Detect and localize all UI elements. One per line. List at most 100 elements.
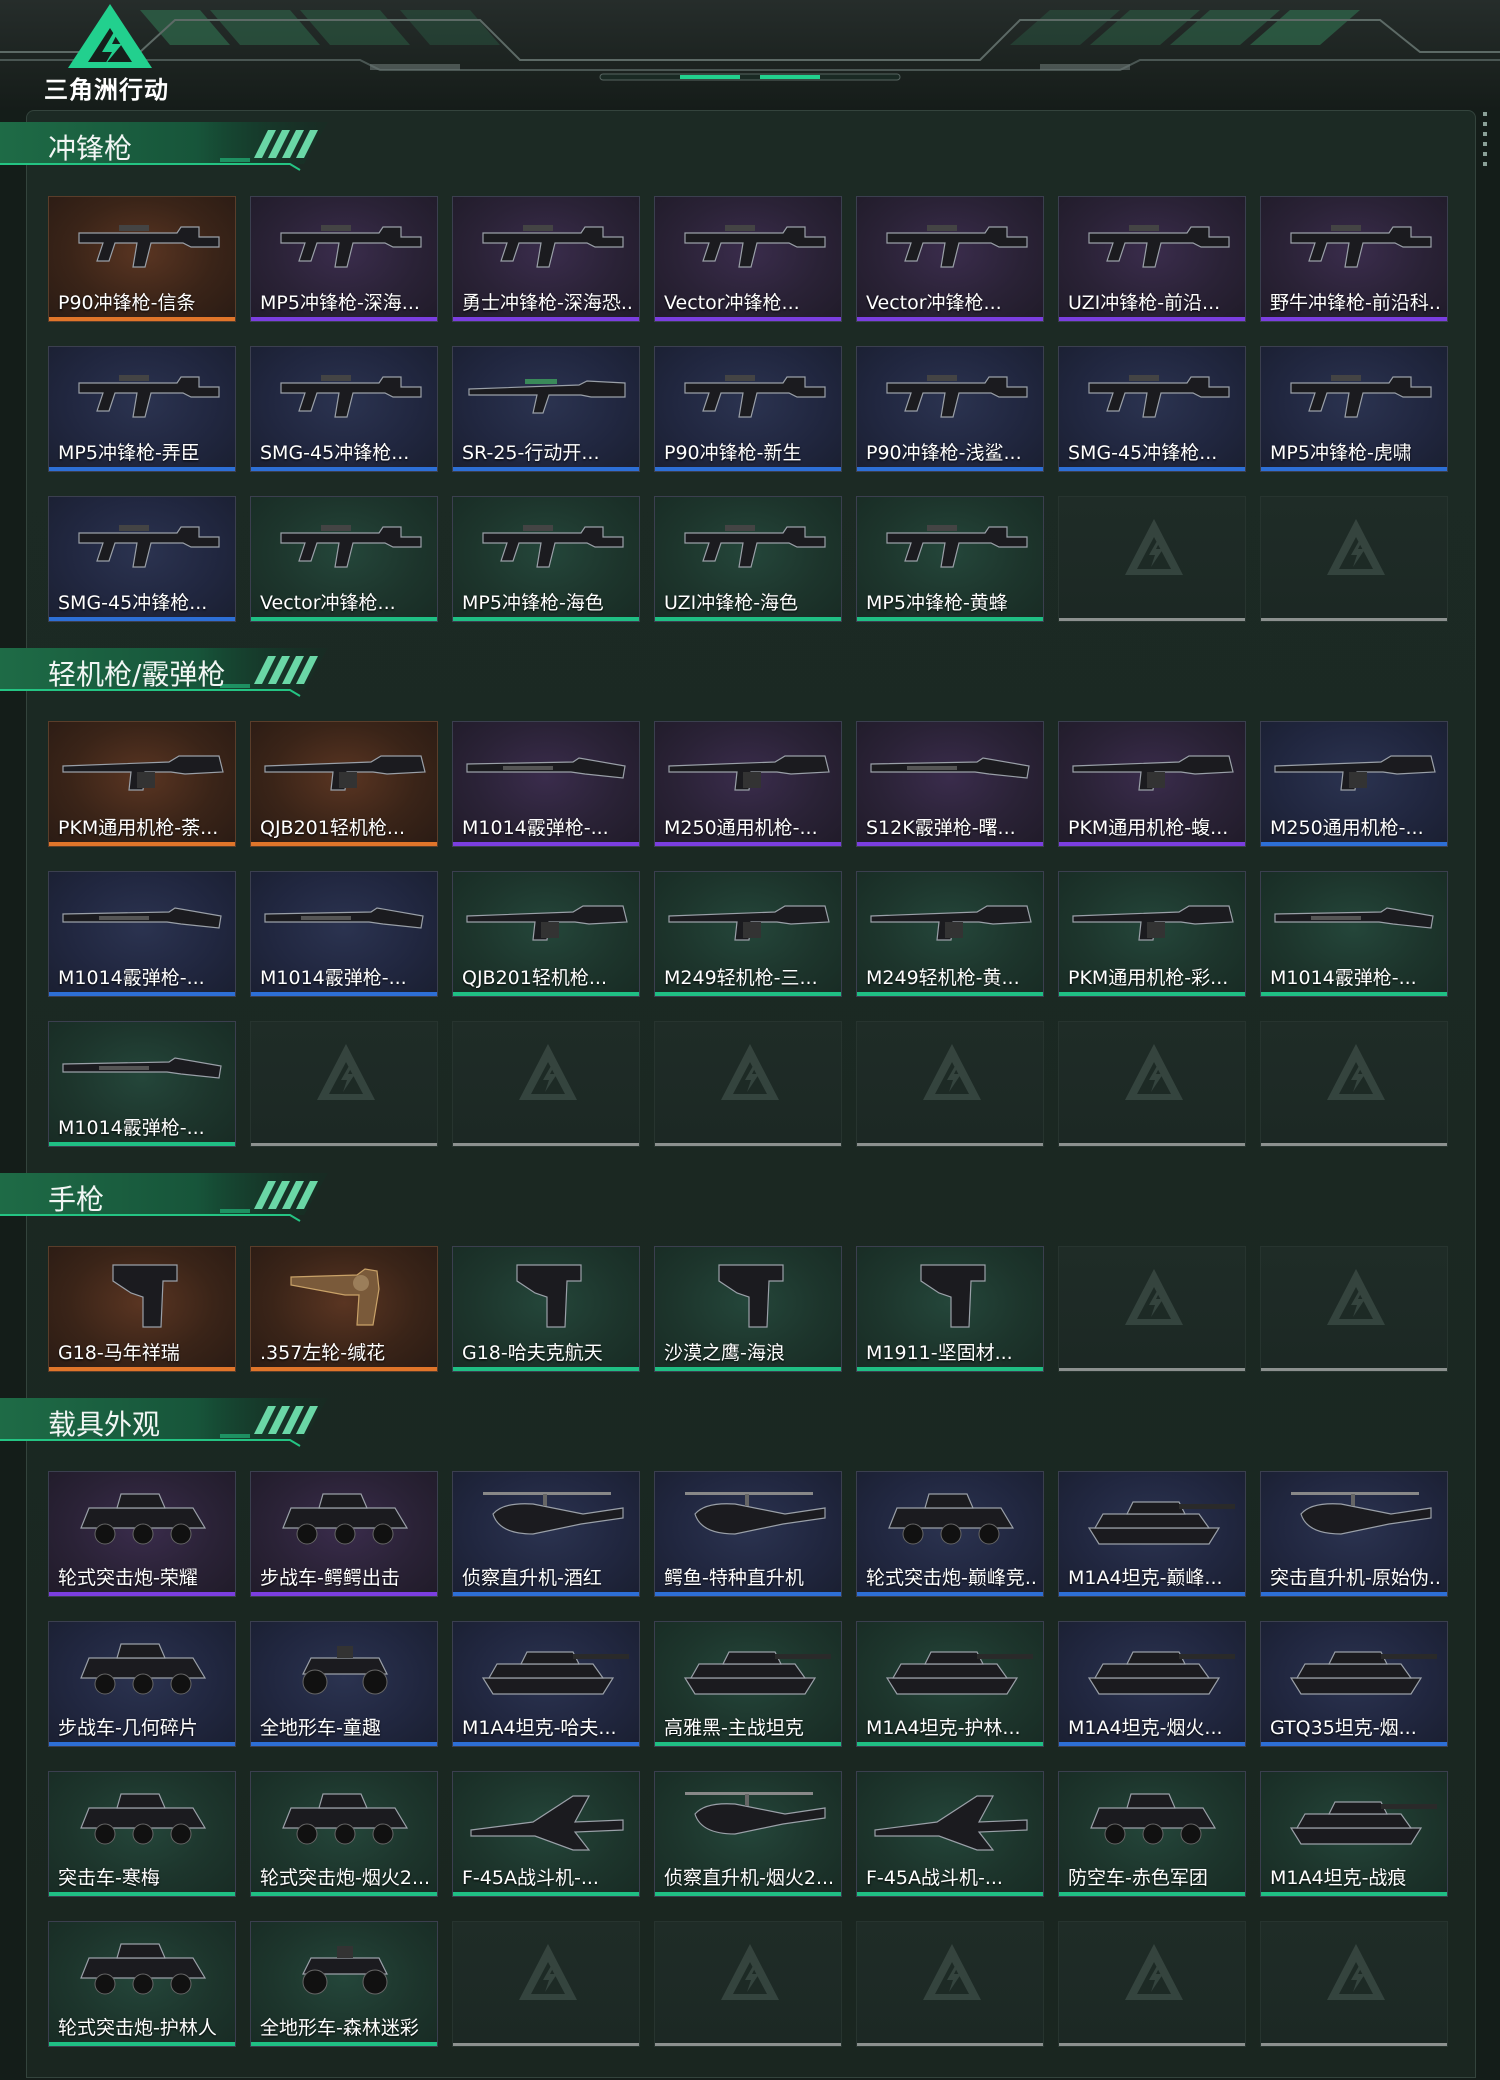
section-title: 轻机枪/霰弹枪 xyxy=(48,658,226,691)
item-card[interactable]: M250通用机枪-... xyxy=(1260,721,1448,847)
scroll-indicator[interactable] xyxy=(1482,112,1488,172)
item-card[interactable]: 全地形车-森林迷彩 xyxy=(250,1921,438,2047)
item-card[interactable]: .357左轮-缄花 xyxy=(250,1246,438,1372)
empty-slot-bar xyxy=(1059,1368,1245,1371)
rarity-bar xyxy=(1059,467,1245,471)
item-card[interactable]: 轮式突击炮-巅峰竞... xyxy=(856,1471,1044,1597)
item-card[interactable]: 步战车-鳄鳄出击 xyxy=(250,1471,438,1597)
empty-slot-bar xyxy=(1261,1143,1447,1146)
item-label: SMG-45冲锋枪... xyxy=(260,442,410,464)
item-label: M1014霰弹枪-... xyxy=(58,1117,205,1139)
item-label: G18-哈夫克航天 xyxy=(462,1342,603,1364)
item-card[interactable]: GTQ35坦克-烟... xyxy=(1260,1621,1448,1747)
empty-slot xyxy=(1058,1021,1246,1147)
item-label: 轮式突击炮-烟火2... xyxy=(260,1867,431,1889)
item-label: 全地形车-童趣 xyxy=(260,1717,381,1739)
item-card[interactable]: M1014霰弹枪-... xyxy=(48,1021,236,1147)
item-label: G18-马年祥瑞 xyxy=(58,1342,180,1364)
rarity-bar xyxy=(49,467,235,471)
rarity-bar xyxy=(857,842,1043,846)
section-title: 手枪 xyxy=(48,1183,105,1216)
empty-slot-bar xyxy=(1261,618,1447,621)
item-card[interactable]: 轮式突击炮-护林人 xyxy=(48,1921,236,2047)
item-card[interactable]: 步战车-几何碎片 xyxy=(48,1621,236,1747)
item-card[interactable]: M1A4坦克-巅峰... xyxy=(1058,1471,1246,1597)
item-card[interactable]: 防空车-赤色军团 xyxy=(1058,1771,1246,1897)
item-card[interactable]: M250通用机枪-... xyxy=(654,721,842,847)
item-card[interactable]: G18-哈夫克航天 xyxy=(452,1246,640,1372)
rarity-bar xyxy=(453,1367,639,1371)
item-card[interactable]: 突击车-寒梅 xyxy=(48,1771,236,1897)
item-card[interactable]: Vector冲锋枪... xyxy=(250,496,438,622)
item-card[interactable]: 沙漠之鹰-海浪 xyxy=(654,1246,842,1372)
item-card[interactable]: M1014霰弹枪-... xyxy=(452,721,640,847)
item-card[interactable]: MP5冲锋枪-黄蜂 xyxy=(856,496,1044,622)
item-card[interactable]: M1A4坦克-哈夫... xyxy=(452,1621,640,1747)
item-card[interactable]: G18-马年祥瑞 xyxy=(48,1246,236,1372)
item-card[interactable]: 轮式突击炮-烟火2... xyxy=(250,1771,438,1897)
item-card[interactable]: 鳄鱼-特种直升机 xyxy=(654,1471,842,1597)
item-card[interactable]: M249轻机枪-三... xyxy=(654,871,842,997)
rarity-bar xyxy=(1261,467,1447,471)
item-label: M1A4坦克-哈夫... xyxy=(462,1717,617,1739)
item-label: PKM通用机枪-彩... xyxy=(1068,967,1229,989)
rarity-bar xyxy=(857,1742,1043,1746)
empty-slot-bar xyxy=(251,1143,437,1146)
item-card[interactable]: S12K霰弹枪-曙... xyxy=(856,721,1044,847)
item-card[interactable]: SR-25-行动开... xyxy=(452,346,640,472)
item-card[interactable]: M1A4坦克-战痕 xyxy=(1260,1771,1448,1897)
rarity-bar xyxy=(49,1592,235,1596)
item-card[interactable]: MP5冲锋枪-虎啸 xyxy=(1260,346,1448,472)
item-label: 野牛冲锋枪-前沿科... xyxy=(1270,292,1441,314)
section-header: 冲锋枪 xyxy=(0,118,340,172)
item-card[interactable]: MP5冲锋枪-弄臣 xyxy=(48,346,236,472)
item-card[interactable]: UZI冲锋枪-前沿... xyxy=(1058,196,1246,322)
item-card[interactable]: QJB201轻机枪... xyxy=(452,871,640,997)
item-card[interactable]: M249轻机枪-黄... xyxy=(856,871,1044,997)
item-card[interactable]: 勇士冲锋枪-深海恐... xyxy=(452,196,640,322)
rarity-bar xyxy=(49,1742,235,1746)
item-card[interactable]: M1A4坦克-护林... xyxy=(856,1621,1044,1747)
item-card[interactable]: F-45A战斗机-... xyxy=(856,1771,1044,1897)
empty-slot xyxy=(1058,1246,1246,1372)
item-card[interactable]: SMG-45冲锋枪... xyxy=(1058,346,1246,472)
rarity-bar xyxy=(251,617,437,621)
item-card[interactable]: M1A4坦克-烟火... xyxy=(1058,1621,1246,1747)
item-card[interactable]: UZI冲锋枪-海色 xyxy=(654,496,842,622)
item-card[interactable]: 野牛冲锋枪-前沿科... xyxy=(1260,196,1448,322)
rarity-bar xyxy=(655,1892,841,1896)
item-card[interactable]: 侦察直升机-酒红 xyxy=(452,1471,640,1597)
item-card[interactable]: 侦察直升机-烟火2... xyxy=(654,1771,842,1897)
item-label: .357左轮-缄花 xyxy=(260,1342,386,1364)
item-card[interactable]: P90冲锋枪-信条 xyxy=(48,196,236,322)
item-card[interactable]: M1911-坚固材... xyxy=(856,1246,1044,1372)
item-card[interactable]: QJB201轻机枪... xyxy=(250,721,438,847)
item-card[interactable]: MP5冲锋枪-海色 xyxy=(452,496,640,622)
item-card[interactable]: Vector冲锋枪... xyxy=(856,196,1044,322)
item-card[interactable]: P90冲锋枪-浅鲨... xyxy=(856,346,1044,472)
item-card[interactable]: M1014霰弹枪-... xyxy=(1260,871,1448,997)
item-card[interactable]: PKM通用机枪-蝮... xyxy=(1058,721,1246,847)
item-card[interactable]: MP5冲锋枪-深海... xyxy=(250,196,438,322)
item-card[interactable]: PKM通用机枪-荼... xyxy=(48,721,236,847)
item-card[interactable]: Vector冲锋枪... xyxy=(654,196,842,322)
item-card[interactable]: PKM通用机枪-彩... xyxy=(1058,871,1246,997)
item-card[interactable]: 突击直升机-原始伪... xyxy=(1260,1471,1448,1597)
item-card[interactable]: 轮式突击炮-荣耀 xyxy=(48,1471,236,1597)
empty-slot xyxy=(856,1021,1044,1147)
item-label: MP5冲锋枪-虎啸 xyxy=(1270,442,1412,464)
rarity-bar xyxy=(251,2042,437,2046)
section-title: 载具外观 xyxy=(48,1408,161,1441)
item-card[interactable]: F-45A战斗机-... xyxy=(452,1771,640,1897)
item-card[interactable]: M1014霰弹枪-... xyxy=(250,871,438,997)
item-card[interactable]: 全地形车-童趣 xyxy=(250,1621,438,1747)
item-card[interactable]: M1014霰弹枪-... xyxy=(48,871,236,997)
rarity-bar xyxy=(49,2042,235,2046)
item-card[interactable]: SMG-45冲锋枪... xyxy=(250,346,438,472)
item-card[interactable]: SMG-45冲锋枪... xyxy=(48,496,236,622)
empty-slot xyxy=(856,1921,1044,2047)
item-label: MP5冲锋枪-海色 xyxy=(462,592,604,614)
item-card[interactable]: P90冲锋枪-新生 xyxy=(654,346,842,472)
item-card[interactable]: 高雅黑-主战坦克 xyxy=(654,1621,842,1747)
rarity-bar xyxy=(1261,842,1447,846)
